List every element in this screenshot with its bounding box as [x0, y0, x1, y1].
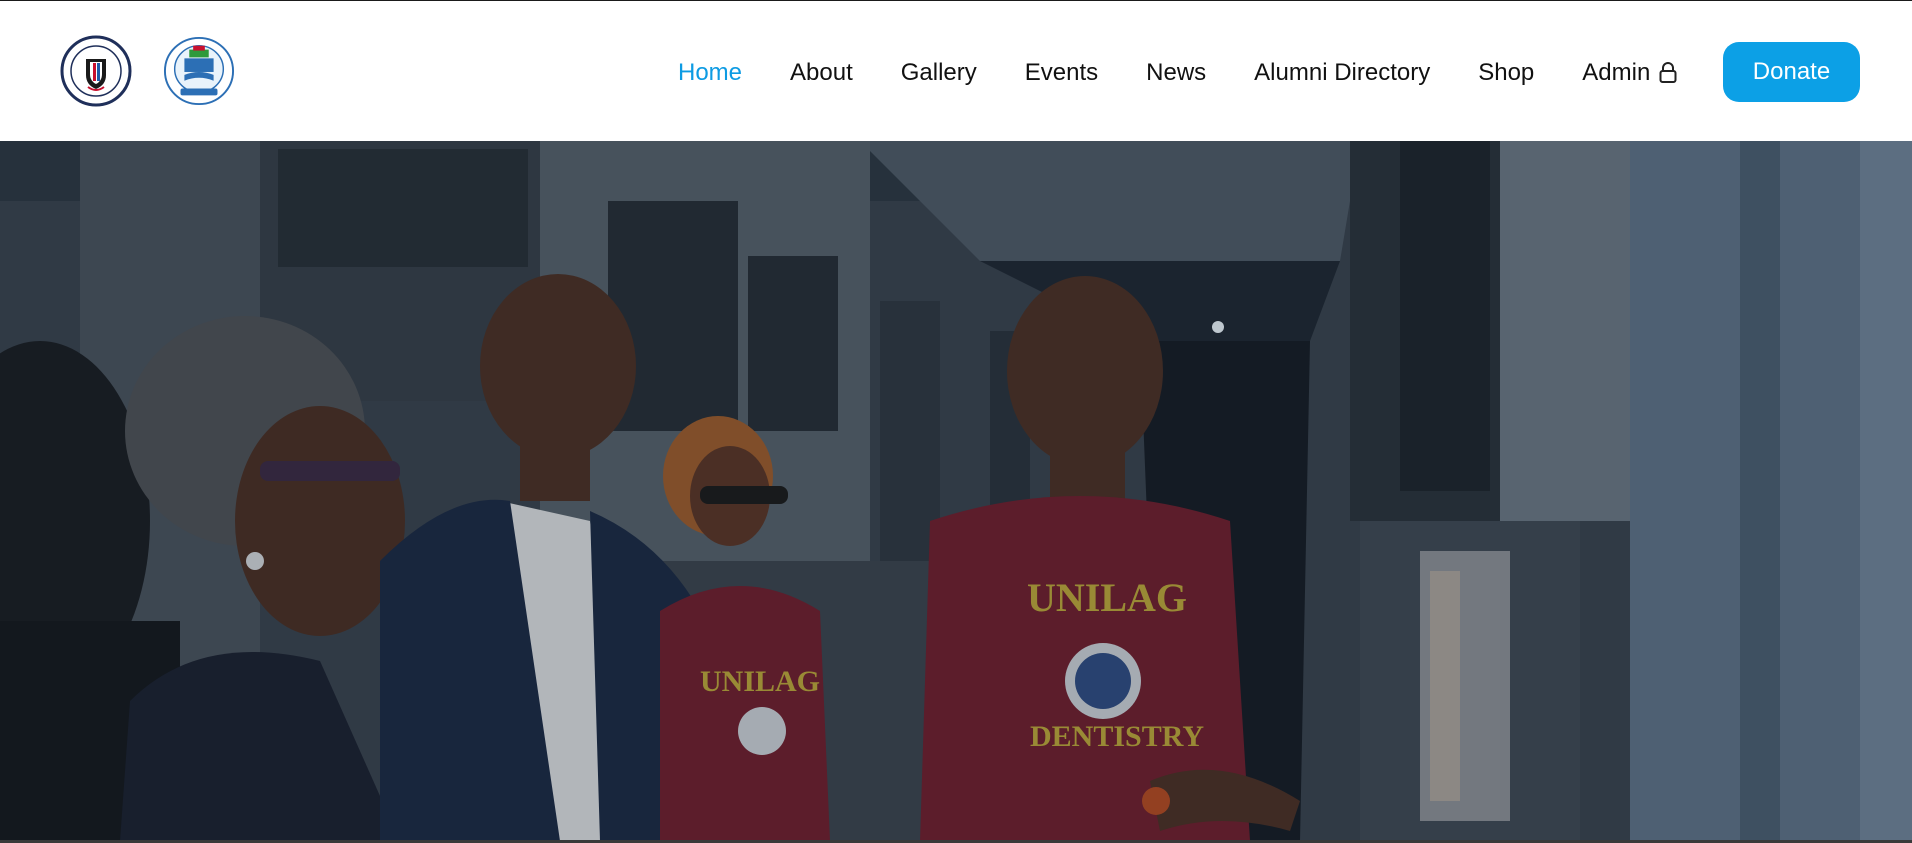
nav-about[interactable]: About	[790, 59, 853, 87]
nav-news-label[interactable]: News	[1146, 59, 1206, 87]
nav-events[interactable]: Events	[1025, 59, 1098, 87]
lock-icon	[1658, 61, 1678, 85]
nav-about-label[interactable]: About	[790, 59, 853, 87]
hero-photo-illustration: UNILAG UNILAG DENTISTRY	[0, 141, 1912, 841]
site-header: Home About Gallery Events News Alumni Di…	[0, 1, 1912, 141]
crest-logo-icon	[60, 35, 132, 107]
nav-alumni-directory-label[interactable]: Alumni Directory	[1254, 59, 1430, 87]
nav-events-label[interactable]: Events	[1025, 59, 1098, 87]
nav-gallery[interactable]: Gallery	[901, 59, 977, 87]
donate-button[interactable]: Donate	[1723, 42, 1860, 102]
nav-news[interactable]: News	[1146, 59, 1206, 87]
nav-home[interactable]: Home	[678, 59, 742, 87]
nav-admin[interactable]: Admin	[1582, 59, 1678, 87]
college-of-medicine-logo[interactable]	[60, 35, 132, 107]
university-crest-logo-icon	[163, 36, 235, 106]
nav-shop-label[interactable]: Shop	[1478, 59, 1534, 87]
main-navigation: Home About Gallery Events News Alumni Di…	[678, 59, 1726, 87]
nav-home-label[interactable]: Home	[678, 59, 742, 87]
nav-shop[interactable]: Shop	[1478, 59, 1534, 87]
hero-image: UNILAG UNILAG DENTISTRY	[0, 141, 1912, 841]
donate-button-label[interactable]: Donate	[1753, 58, 1830, 86]
nav-gallery-label[interactable]: Gallery	[901, 59, 977, 87]
university-of-lagos-logo[interactable]	[163, 35, 237, 107]
nav-alumni-directory[interactable]: Alumni Directory	[1254, 59, 1430, 87]
nav-admin-label[interactable]: Admin	[1582, 59, 1650, 87]
